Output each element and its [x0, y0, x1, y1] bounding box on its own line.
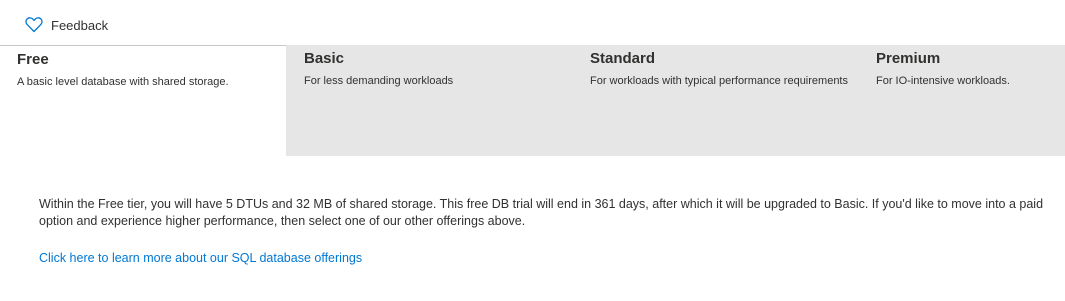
tier-premium[interactable]: Premium For IO-intensive workloads. [858, 45, 1065, 156]
free-tier-info-text: Within the Free tier, you will have 5 DT… [39, 197, 1044, 228]
tier-description: A basic level database with shared stora… [17, 76, 229, 88]
tier-selector: Free A basic level database with shared … [0, 45, 1065, 156]
tier-free[interactable]: Free A basic level database with shared … [0, 45, 286, 156]
toolbar: Feedback [0, 0, 1065, 45]
tier-description: For less demanding workloads [304, 75, 454, 87]
feedback-button[interactable]: Feedback [25, 17, 108, 33]
tier-description: For IO-intensive workloads. [876, 75, 1010, 87]
learn-more-link[interactable]: Click here to learn more about our SQL d… [39, 251, 362, 265]
tier-basic[interactable]: Basic For less demanding workloads [286, 45, 572, 156]
heart-icon [25, 17, 43, 33]
tier-name: Basic [304, 50, 345, 67]
tier-name: Free [17, 51, 49, 68]
tier-name: Standard [590, 50, 656, 67]
tier-description: For workloads with typical performance r… [590, 75, 848, 87]
tier-standard[interactable]: Standard For workloads with typical perf… [572, 45, 858, 156]
tier-name: Premium [876, 50, 941, 67]
feedback-label: Feedback [51, 17, 109, 33]
